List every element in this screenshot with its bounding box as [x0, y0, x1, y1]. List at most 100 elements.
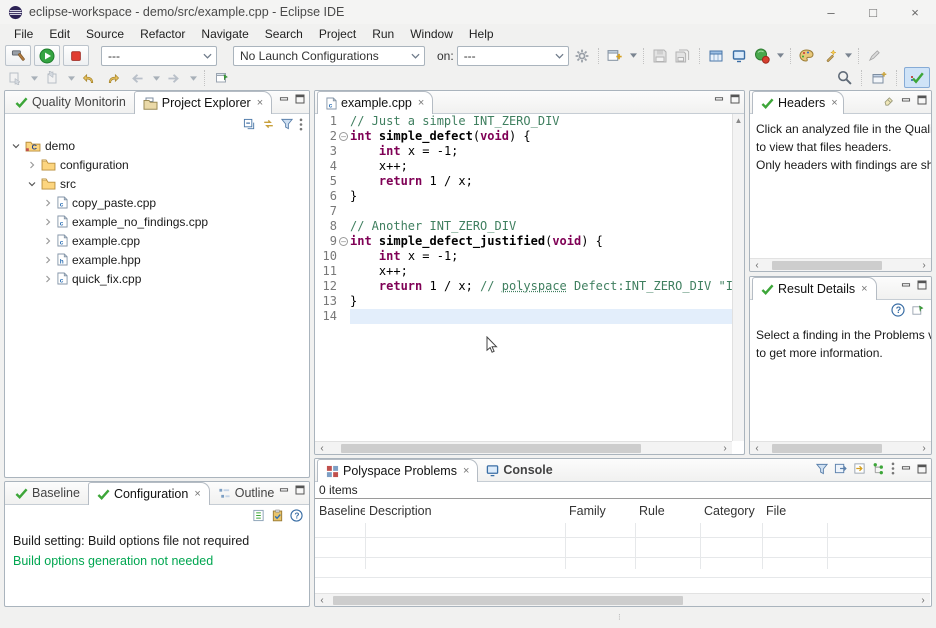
stop-button[interactable] [63, 45, 89, 66]
column-header-category[interactable]: Category [700, 504, 762, 518]
tree-item-copy-paste-cpp[interactable]: ccopy_paste.cpp [5, 193, 309, 212]
tree-item-src[interactable]: src [5, 174, 309, 193]
tree-item-demo[interactable]: Cdemo [5, 136, 309, 155]
menu-search[interactable]: Search [257, 25, 311, 43]
tab-project-explorer[interactable]: Project Explorer × [134, 91, 272, 114]
polyspace-perspective-button[interactable] [904, 67, 930, 88]
run-analysis-icon[interactable] [752, 46, 772, 66]
tab-outline[interactable]: Outline [210, 482, 283, 504]
options-list-icon[interactable] [252, 509, 265, 522]
code-line-10[interactable]: 10 int x = -1; [315, 249, 732, 264]
close-icon[interactable]: × [861, 283, 867, 295]
maximize-view-icon[interactable] [730, 94, 740, 104]
menu-run[interactable]: Run [364, 25, 402, 43]
tree-item-configuration[interactable]: configuration [5, 155, 309, 174]
scroll-thumb[interactable] [772, 261, 882, 270]
code-line-4[interactable]: 4 x++; [315, 159, 732, 174]
tab-example-cpp[interactable]: c example.cpp × [317, 91, 433, 114]
open-perspective-icon[interactable] [869, 68, 889, 88]
code-line-3[interactable]: 3 int x = -1; [315, 144, 732, 159]
tree-item-example-cpp[interactable]: cexample.cpp [5, 231, 309, 250]
code-line-1[interactable]: 1// Just a simple INT_ZERO_DIV [315, 114, 732, 129]
chevron-right-icon[interactable] [43, 198, 53, 208]
scroll-thumb[interactable] [333, 596, 683, 605]
back-history-dropdown-icon[interactable] [153, 76, 160, 81]
tab-baseline[interactable]: Baseline [7, 482, 88, 504]
new-wizard-dropdown-icon[interactable] [630, 53, 637, 58]
chevron-down-icon[interactable] [11, 141, 21, 151]
link-with-editor-icon[interactable] [262, 118, 275, 130]
save-icon[interactable] [650, 46, 670, 66]
view-menu-icon[interactable] [891, 462, 895, 475]
tree-item-example-hpp[interactable]: hexample.hpp [5, 250, 309, 269]
minimize-view-icon[interactable] [279, 95, 289, 104]
maximize-view-icon[interactable] [917, 280, 927, 290]
group-tree-icon[interactable] [872, 462, 885, 475]
minimize-view-icon[interactable] [714, 95, 724, 104]
menu-navigate[interactable]: Navigate [193, 25, 256, 43]
filter-icon[interactable] [816, 463, 828, 475]
window-maximize-button[interactable]: □ [852, 0, 894, 24]
menu-refactor[interactable]: Refactor [132, 25, 193, 43]
sash-handle[interactable]: ⁝ [618, 612, 622, 623]
column-header-family[interactable]: Family [565, 504, 635, 518]
launch-configurations-combo[interactable]: No Launch Configurations [233, 46, 425, 66]
tab-result-details[interactable]: Result Details × [752, 277, 877, 300]
code-line-8[interactable]: 8// Another INT_ZERO_DIV [315, 219, 732, 234]
code-line-14[interactable]: 14 [315, 309, 732, 324]
menu-edit[interactable]: Edit [41, 25, 78, 43]
details-horizontal-scrollbar[interactable]: ‹ › [750, 441, 931, 454]
last-edit-back-icon[interactable] [79, 68, 99, 88]
tab-console[interactable]: Console [478, 459, 560, 481]
tree-item-example-no-findings-cpp[interactable]: cexample_no_findings.cpp [5, 212, 309, 231]
column-header-description[interactable]: Description [365, 504, 565, 518]
scroll-left-icon[interactable]: ‹ [750, 260, 764, 271]
validate-config-icon[interactable] [271, 509, 284, 522]
tab-quality-monitoring[interactable]: Quality Monitorin [7, 91, 134, 113]
help-icon[interactable]: ? [290, 509, 303, 522]
menu-window[interactable]: Window [402, 25, 461, 43]
code-line-11[interactable]: 11 x++; [315, 264, 732, 279]
tab-polyspace-problems[interactable]: Polyspace Problems × [317, 459, 478, 482]
menu-file[interactable]: File [6, 25, 41, 43]
tab-headers[interactable]: Headers × [752, 91, 844, 114]
run-button[interactable] [34, 45, 60, 66]
menu-project[interactable]: Project [311, 25, 364, 43]
tree-item-quick-fix-cpp[interactable]: cquick_fix.cpp [5, 269, 309, 288]
collapse-all-icon[interactable] [243, 118, 256, 131]
previous-annotation-icon[interactable] [42, 68, 62, 88]
editor-vertical-scrollbar[interactable]: ▲ [732, 114, 744, 441]
search-icon[interactable] [834, 68, 854, 88]
headers-horizontal-scrollbar[interactable]: ‹ › [750, 258, 931, 271]
scroll-left-icon[interactable]: ‹ [750, 443, 764, 454]
scroll-thumb[interactable] [772, 444, 882, 453]
menu-source[interactable]: Source [78, 25, 132, 43]
column-header-file[interactable]: File [762, 504, 827, 518]
run-config-combo[interactable]: --- [101, 46, 217, 66]
view-menu-icon[interactable] [299, 118, 303, 131]
scroll-right-icon[interactable]: › [916, 595, 930, 606]
forward-history-icon[interactable] [164, 68, 184, 88]
new-wizard-icon[interactable] [605, 46, 625, 66]
close-icon[interactable]: × [257, 97, 263, 109]
run-analysis-dropdown-icon[interactable] [777, 53, 784, 58]
code-area[interactable]: 1// Just a simple INT_ZERO_DIV2–int simp… [315, 114, 732, 441]
scroll-right-icon[interactable]: › [917, 260, 931, 271]
last-edit-forward-icon[interactable] [103, 68, 123, 88]
fold-collapse-icon[interactable]: – [337, 234, 350, 249]
close-icon[interactable]: × [463, 465, 469, 477]
chevron-right-icon[interactable] [43, 236, 53, 246]
fold-collapse-icon[interactable]: – [337, 129, 350, 144]
tab-configuration[interactable]: Configuration × [88, 482, 210, 505]
minimize-view-icon[interactable] [901, 96, 911, 105]
window-minimize-button[interactable]: – [810, 0, 852, 24]
close-icon[interactable]: × [831, 97, 837, 109]
build-all-button[interactable] [5, 45, 31, 66]
next-annotation-dropdown-icon[interactable] [31, 76, 38, 81]
code-line-5[interactable]: 5 return 1 / x; [315, 174, 732, 189]
code-line-13[interactable]: 13} [315, 294, 732, 309]
problems-horizontal-scrollbar[interactable]: ‹ › [315, 593, 930, 606]
code-line-12[interactable]: 12 return 1 / x; // polyspace Defect:INT… [315, 279, 732, 294]
annotate-pen-icon[interactable] [865, 46, 885, 66]
window-close-button[interactable]: × [894, 0, 936, 24]
